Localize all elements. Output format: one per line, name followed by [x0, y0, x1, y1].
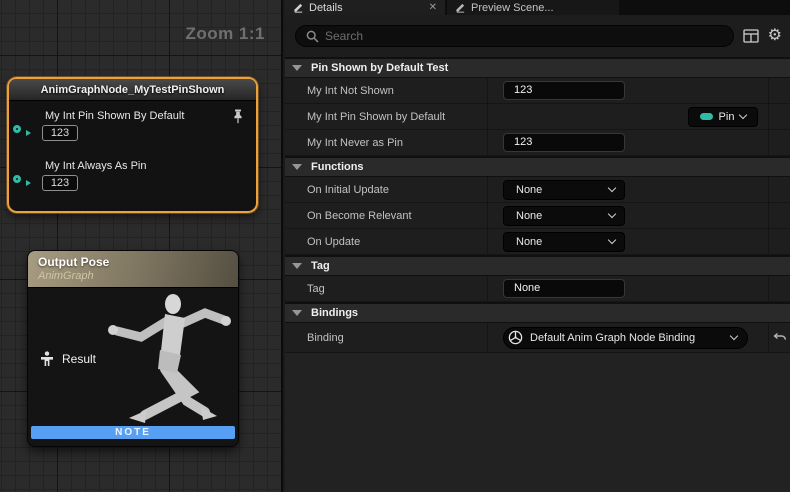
on-update-dropdown[interactable]: None: [503, 232, 625, 252]
note-banner: NOTE: [31, 426, 235, 439]
close-icon[interactable]: ✕: [429, 3, 437, 13]
section-tag[interactable]: Tag: [285, 255, 790, 276]
row-my-int-never-as-pin: My Int Never as Pin 123: [285, 130, 790, 156]
node-title-bar[interactable]: AnimGraphNode_MyTestPinShown: [9, 79, 256, 101]
section-pin-shown-by-default-test[interactable]: Pin Shown by Default Test: [285, 57, 790, 78]
row-on-update: On Update None: [285, 229, 790, 255]
property-label: My Int Never as Pin: [285, 130, 488, 155]
tab-details[interactable]: Details ✕: [285, 0, 445, 15]
section-functions[interactable]: Functions: [285, 156, 790, 177]
search-field[interactable]: [295, 25, 734, 47]
pin-label: My Int Pin Shown By Default: [45, 110, 184, 122]
search-toolbar: ⚙: [285, 15, 790, 57]
row-on-initial-update: On Initial Update None: [285, 177, 790, 203]
int-pin-connector[interactable]: [13, 175, 21, 183]
details-pen-icon: [455, 2, 466, 13]
row-tag: Tag None: [285, 276, 790, 302]
graph-node-my-test-pin-shown[interactable]: AnimGraphNode_MyTestPinShown My Int Pin …: [7, 77, 258, 213]
mannequin-figure: [86, 289, 236, 439]
details-panel: Details ✕ Preview Scene...: [285, 0, 790, 492]
zoom-level-label: Zoom 1:1: [185, 24, 265, 44]
pin-pill-icon: [700, 113, 713, 120]
anim-graph-canvas[interactable]: Zoom 1:1 AnimGraphNode_MyTestPinShown My…: [0, 0, 283, 492]
tab-label: Details: [309, 2, 343, 14]
property-label: Binding: [285, 323, 488, 352]
property-label: On Update: [285, 229, 488, 254]
tab-label: Preview Scene...: [471, 2, 554, 14]
row-binding: Binding Default Anim Graph Node Binding: [285, 323, 790, 353]
search-input[interactable]: [325, 29, 723, 43]
result-pin-label: Result: [62, 352, 96, 366]
pin-value-field[interactable]: 123: [42, 175, 78, 191]
pin-value-field[interactable]: 123: [42, 125, 78, 141]
details-pen-icon: [293, 2, 304, 13]
on-initial-update-dropdown[interactable]: None: [503, 180, 625, 200]
row-my-int-pin-shown-by-default: My Int Pin Shown by Default Pin: [285, 104, 790, 130]
reset-to-default-icon[interactable]: [773, 332, 787, 344]
binding-dropdown[interactable]: Default Anim Graph Node Binding: [503, 327, 748, 349]
property-label: My Int Pin Shown by Default: [285, 104, 488, 129]
section-bindings[interactable]: Bindings: [285, 302, 790, 323]
chevron-down-icon: [739, 111, 747, 119]
chevron-down-icon: [608, 210, 616, 218]
node-title: Output Pose: [38, 255, 238, 269]
pin-mode-dropdown[interactable]: Pin: [688, 107, 758, 127]
result-pose-pin[interactable]: Result: [40, 351, 96, 367]
chevron-down-icon: [292, 65, 302, 71]
binding-wheel-icon: [508, 330, 523, 345]
chevron-down-icon: [730, 332, 738, 340]
row-on-become-relevant: On Become Relevant None: [285, 203, 790, 229]
search-icon: [306, 30, 319, 43]
property-label: My Int Not Shown: [285, 78, 488, 103]
details-empty-area: [285, 353, 790, 492]
int-pin-connector[interactable]: [13, 125, 21, 133]
chevron-down-icon: [292, 310, 302, 316]
pin-label: My Int Always As Pin: [45, 160, 146, 172]
property-label: Tag: [285, 276, 488, 301]
chevron-down-icon: [608, 184, 616, 192]
tab-preview-scene[interactable]: Preview Scene...: [447, 0, 619, 15]
property-label: On Become Relevant: [285, 203, 488, 228]
pushpin-icon[interactable]: [232, 109, 244, 124]
unreal-anim-blueprint-editor: Zoom 1:1 AnimGraphNode_MyTestPinShown My…: [0, 0, 790, 492]
node-subtitle: AnimGraph: [38, 270, 238, 282]
property-label: On Initial Update: [285, 177, 488, 202]
panel-tab-bar: Details ✕ Preview Scene...: [285, 0, 790, 15]
on-become-relevant-dropdown[interactable]: None: [503, 206, 625, 226]
chevron-down-icon: [608, 236, 616, 244]
my-int-not-shown-field[interactable]: 123: [503, 81, 625, 100]
property-matrix-icon[interactable]: [743, 29, 759, 43]
chevron-down-icon: [292, 164, 302, 170]
pose-person-icon: [40, 351, 54, 367]
graph-node-output-pose[interactable]: Output Pose AnimGraph: [27, 250, 239, 447]
output-pose-title-bar[interactable]: Output Pose AnimGraph: [28, 251, 238, 288]
chevron-down-icon: [292, 263, 302, 269]
tag-field[interactable]: None: [503, 279, 625, 298]
gear-icon[interactable]: ⚙: [768, 28, 782, 44]
my-int-never-as-pin-field[interactable]: 123: [503, 133, 625, 152]
row-my-int-not-shown: My Int Not Shown 123: [285, 78, 790, 104]
